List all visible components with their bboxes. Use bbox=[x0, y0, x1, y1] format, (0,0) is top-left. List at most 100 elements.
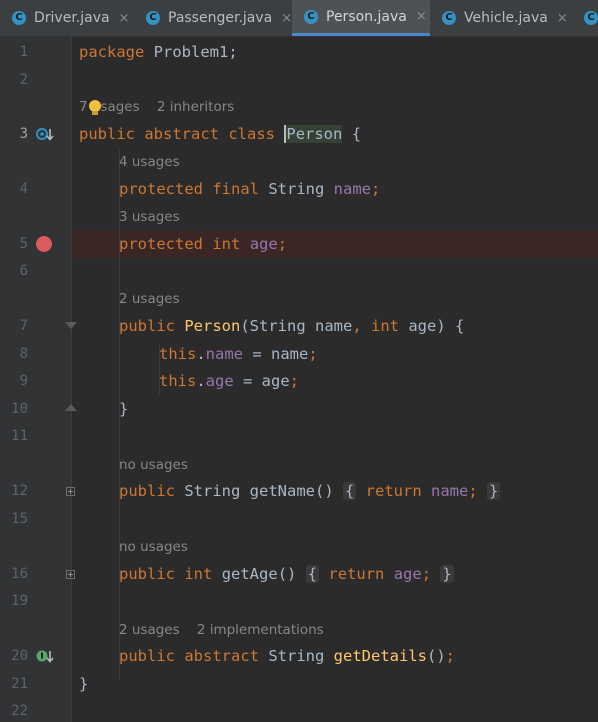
line-number: 20 bbox=[11, 648, 28, 664]
code-line[interactable]: protected final String name; bbox=[119, 179, 380, 199]
punctuation: , bbox=[352, 317, 362, 335]
field-name: age bbox=[249, 235, 278, 253]
code-text: age) { bbox=[399, 317, 465, 335]
tab-person-java[interactable]: C Person.java × bbox=[292, 0, 430, 36]
line-number: 15 bbox=[11, 511, 28, 527]
implementations-count[interactable]: 2 implementations bbox=[197, 622, 324, 638]
tab-label: Vehicle.java bbox=[464, 10, 548, 26]
keyword: package bbox=[79, 43, 145, 61]
usages-count[interactable]: 2 usages bbox=[119, 622, 180, 638]
code-text: () bbox=[277, 565, 306, 583]
line-number: 2 bbox=[19, 72, 28, 88]
gutter-divider bbox=[71, 37, 72, 722]
inheritors-count[interactable]: 2 inheritors bbox=[157, 99, 235, 115]
inheritors-icon[interactable] bbox=[36, 127, 56, 147]
tab-label: Driver.java bbox=[34, 10, 110, 26]
close-icon[interactable]: × bbox=[119, 11, 130, 26]
expand-icon[interactable] bbox=[66, 487, 75, 496]
expand-icon[interactable] bbox=[66, 570, 75, 579]
keyword: this bbox=[159, 345, 197, 363]
keyword: return bbox=[328, 565, 385, 583]
keyword: abstract bbox=[184, 647, 259, 665]
breakpoint-icon[interactable] bbox=[36, 236, 52, 252]
punctuation: ; bbox=[289, 372, 300, 390]
class-icon: C bbox=[584, 11, 598, 25]
line-number: 22 bbox=[11, 703, 28, 719]
code-line[interactable]: protected int age; bbox=[119, 234, 287, 254]
type-name: String bbox=[259, 180, 334, 198]
folded-brace[interactable]: } bbox=[440, 565, 454, 583]
class-icon: C bbox=[304, 9, 318, 24]
tab-passenger-java[interactable]: C Passenger.java × bbox=[134, 0, 292, 36]
line-number: 12 bbox=[11, 483, 28, 499]
code-line[interactable]: this.age = age; bbox=[159, 371, 299, 391]
keyword: this bbox=[159, 372, 197, 390]
code-line[interactable]: } bbox=[79, 674, 88, 694]
code-line[interactable]: public int getAge() { return age; } bbox=[119, 564, 454, 584]
tab-driver-java[interactable]: C Driver.java × bbox=[0, 0, 134, 36]
line-number: 4 bbox=[19, 181, 28, 197]
code-text: . bbox=[196, 372, 206, 390]
close-icon[interactable]: × bbox=[281, 11, 292, 26]
line-number: 3 bbox=[19, 126, 28, 142]
keyword: int bbox=[184, 565, 213, 583]
code-text: { bbox=[342, 125, 362, 143]
line-number: 9 bbox=[19, 373, 28, 389]
code-line[interactable]: public abstract class Person { bbox=[79, 124, 361, 144]
code-text: . bbox=[196, 345, 206, 363]
code-line[interactable]: public String getName() { return name; } bbox=[119, 481, 501, 501]
line-number: 8 bbox=[19, 346, 28, 362]
fold-arrow-icon[interactable] bbox=[65, 404, 77, 411]
fold-arrow-icon[interactable] bbox=[65, 322, 77, 329]
tab-overflow[interactable]: C bbox=[572, 0, 598, 36]
class-icon: C bbox=[146, 11, 160, 25]
keyword: abstract bbox=[144, 125, 219, 143]
punctuation: ; bbox=[445, 647, 455, 665]
usages-hint[interactable]: no usages bbox=[119, 537, 188, 557]
keyword: return bbox=[365, 482, 422, 500]
folded-brace[interactable]: { bbox=[305, 565, 320, 583]
field-name: age bbox=[205, 372, 234, 390]
line-number: 5 bbox=[19, 236, 28, 252]
punctuation: ; bbox=[468, 482, 478, 500]
lightbulb-icon[interactable] bbox=[89, 100, 101, 115]
tab-label: Passenger.java bbox=[168, 10, 273, 26]
code-line[interactable]: } bbox=[119, 399, 128, 419]
usages-hint[interactable]: 2 usages 2 implementations bbox=[119, 620, 324, 640]
close-icon[interactable]: × bbox=[557, 11, 568, 26]
tab-label: Person.java bbox=[326, 8, 407, 25]
method-name: Person bbox=[184, 317, 241, 335]
usages-hint[interactable]: 7 usages 2 inheritors bbox=[79, 97, 234, 117]
punctuation: ; bbox=[308, 345, 318, 363]
usages-hint[interactable]: 4 usages bbox=[119, 152, 180, 172]
usages-hint[interactable]: 2 usages bbox=[119, 289, 180, 309]
folded-brace[interactable]: } bbox=[487, 482, 501, 500]
punctuation: ; bbox=[277, 235, 288, 253]
keyword: public bbox=[79, 125, 135, 143]
code-line[interactable]: this.name = name; bbox=[159, 344, 318, 364]
line-number: 19 bbox=[11, 593, 28, 609]
keyword: final bbox=[212, 180, 260, 198]
line-number: 21 bbox=[11, 676, 28, 692]
method-name: getAge bbox=[221, 565, 278, 583]
code-line[interactable]: package Problem1; bbox=[79, 42, 238, 62]
close-icon[interactable]: × bbox=[416, 9, 427, 24]
type-name: String bbox=[175, 482, 250, 500]
implemented-icon[interactable] bbox=[36, 649, 56, 669]
usages-hint[interactable]: 3 usages bbox=[119, 207, 180, 227]
tab-vehicle-java[interactable]: C Vehicle.java × bbox=[430, 0, 576, 36]
folded-brace[interactable]: { bbox=[342, 482, 357, 500]
code-line[interactable]: public Person(String name, int age) { bbox=[119, 316, 464, 336]
usages-hint[interactable]: no usages bbox=[119, 455, 188, 475]
code-text: = age bbox=[233, 372, 290, 390]
code-text: = name bbox=[243, 345, 309, 363]
line-number: 16 bbox=[11, 566, 28, 582]
field-name: name bbox=[205, 345, 243, 363]
keyword: public bbox=[119, 317, 175, 335]
code-line[interactable]: public abstract String getDetails(); bbox=[119, 646, 455, 666]
line-number: 10 bbox=[11, 401, 28, 417]
class-icon: C bbox=[12, 11, 26, 25]
keyword: class bbox=[228, 125, 276, 143]
editor-tab-bar: C Driver.java × C Passenger.java × C Per… bbox=[0, 0, 598, 37]
code-text: (String name bbox=[240, 317, 353, 335]
